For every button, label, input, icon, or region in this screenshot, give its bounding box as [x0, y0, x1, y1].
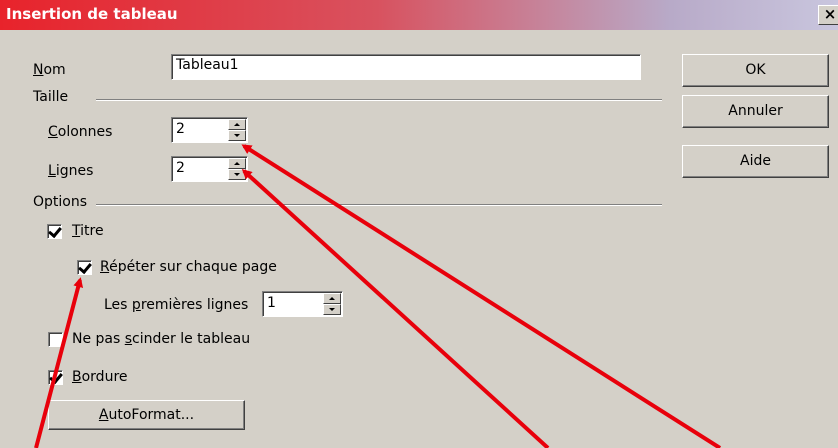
no-split-checkbox-label[interactable]: Ne pas scinder le tableau	[72, 331, 250, 347]
columns-spinner[interactable]: 2	[171, 117, 248, 143]
help-button[interactable]: Aide	[682, 145, 829, 178]
cancel-button[interactable]: Annuler	[682, 95, 829, 128]
first-rows-label: Les premières lignes	[104, 297, 249, 313]
close-icon[interactable]: ×	[818, 5, 838, 25]
autoformat-button[interactable]: AutoFormat...	[48, 400, 245, 430]
title-bar: Insertion de tableau ×	[0, 0, 838, 30]
window-title: Insertion de tableau	[6, 5, 178, 23]
first-rows-value: 1	[267, 295, 276, 311]
spin-down-icon[interactable]	[323, 304, 341, 315]
border-checkbox[interactable]	[48, 370, 63, 385]
no-split-checkbox[interactable]	[48, 332, 63, 347]
ok-button[interactable]: OK	[682, 54, 829, 87]
size-group-divider	[96, 99, 662, 101]
title-checkbox[interactable]	[47, 224, 62, 239]
columns-label: Colonnes	[48, 124, 113, 140]
spin-up-icon[interactable]	[228, 119, 246, 130]
options-group-label: Options	[33, 194, 88, 210]
name-label: Nom	[33, 62, 66, 78]
options-group-divider	[96, 204, 662, 206]
spin-up-icon[interactable]	[323, 293, 341, 304]
repeat-checkbox-label[interactable]: Répéter sur chaque page	[100, 259, 277, 275]
rows-label: Lignes	[48, 163, 94, 179]
name-input[interactable]: Tableau1	[171, 54, 641, 80]
columns-value: 2	[176, 121, 185, 137]
spin-down-icon[interactable]	[228, 169, 246, 180]
border-checkbox-label[interactable]: Bordure	[72, 369, 128, 385]
first-rows-spinner[interactable]: 1	[262, 291, 343, 317]
rows-spinner[interactable]: 2	[171, 156, 248, 182]
size-group-label: Taille	[33, 89, 69, 105]
spin-down-icon[interactable]	[228, 130, 246, 141]
title-checkbox-label[interactable]: Titre	[72, 223, 104, 239]
spin-up-icon[interactable]	[228, 158, 246, 169]
rows-value: 2	[176, 160, 185, 176]
repeat-checkbox[interactable]	[77, 260, 92, 275]
